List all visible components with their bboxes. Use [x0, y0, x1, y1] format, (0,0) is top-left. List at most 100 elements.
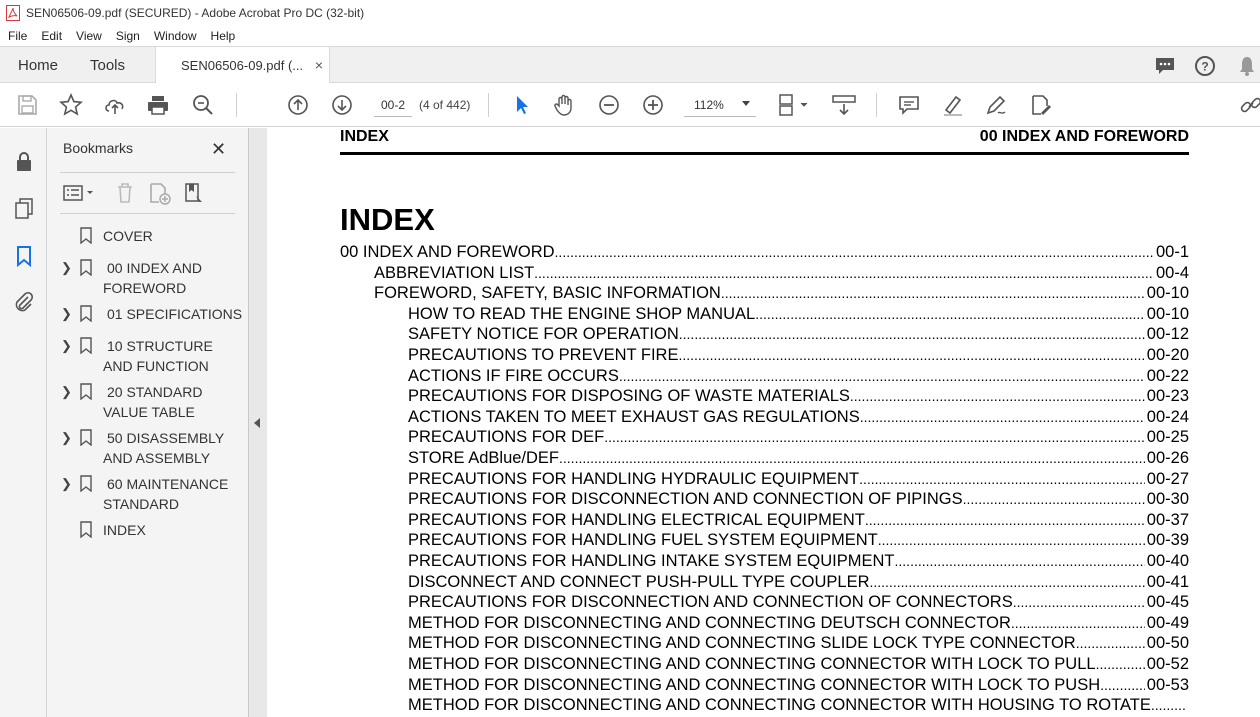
toc-entry-title: PRECAUTIONS TO PREVENT FIRE — [408, 346, 679, 364]
toc-entry[interactable]: PRECAUTIONS FOR HANDLING FUEL SYSTEM EQU… — [408, 530, 1189, 550]
toc-entry[interactable]: PRECAUTIONS FOR DISCONNECTION AND CONNEC… — [408, 592, 1189, 612]
zoom-search-icon[interactable] — [190, 92, 216, 118]
toc-leader-dots — [534, 263, 1154, 283]
chevron-right-icon[interactable]: ❯ — [61, 336, 72, 356]
help-icon[interactable]: ? — [1192, 53, 1218, 79]
previous-page-icon[interactable] — [285, 92, 311, 118]
bookmark-label: 60 MAINTENANCE STANDARD — [103, 476, 229, 512]
menu-help[interactable]: Help — [203, 29, 242, 43]
bookmark-label: 00 INDEX AND FOREWORD — [103, 260, 202, 296]
toc-entry[interactable]: PRECAUTIONS FOR DEF 00-25 — [408, 427, 1189, 447]
zoom-level-select[interactable]: 112% — [684, 93, 756, 117]
delete-bookmark-icon[interactable] — [113, 181, 137, 205]
toc-leader-dots — [1013, 592, 1145, 612]
panel-collapse-handle[interactable] — [249, 128, 267, 717]
toc-entry-page: 00-52 — [1146, 655, 1189, 673]
find-bookmark-icon[interactable] — [182, 181, 206, 205]
bookmark-item-10-structure-and-function[interactable]: ❯ 10 STRUCTURE AND FUNCTION — [47, 336, 249, 376]
toc-entry-page: 00-26 — [1146, 449, 1189, 467]
zoom-level-value: 112% — [694, 98, 724, 112]
toc-entry[interactable]: PRECAUTIONS FOR HANDLING INTAKE SYSTEM E… — [408, 551, 1189, 571]
next-page-icon[interactable] — [329, 92, 355, 118]
bookmark-flag-icon — [80, 259, 92, 276]
zoom-out-icon[interactable] — [596, 92, 622, 118]
toc-entry-page: 00-20 — [1146, 346, 1189, 364]
close-icon[interactable]: ✕ — [211, 139, 226, 160]
link-icon[interactable] — [1238, 92, 1260, 118]
tab-home[interactable]: Home — [18, 47, 58, 83]
toc-entry[interactable]: SAFETY NOTICE FOR OPERATION 00-12 — [408, 324, 1189, 344]
tab-document[interactable]: SEN06506-09.pdf (... × — [155, 47, 330, 84]
print-icon[interactable] — [145, 92, 171, 118]
menu-sign[interactable]: Sign — [108, 29, 146, 43]
save-icon[interactable] — [14, 92, 40, 118]
comment-icon[interactable] — [896, 92, 922, 118]
select-cursor-icon[interactable] — [508, 92, 534, 118]
toc-entry[interactable]: HOW TO READ THE ENGINE SHOP MANUAL 00-10 — [408, 304, 1189, 324]
toc-entry[interactable]: ACTIONS TAKEN TO MEET EXHAUST GAS REGULA… — [408, 407, 1189, 427]
menu-file[interactable]: File — [0, 29, 33, 43]
menu-view[interactable]: View — [68, 29, 108, 43]
comment-bubble-icon[interactable] — [1152, 53, 1178, 79]
bookmark-label: COVER — [103, 228, 153, 244]
toc-entry[interactable]: METHOD FOR DISCONNECTING AND CONNECTING … — [408, 633, 1189, 653]
zoom-in-icon[interactable] — [640, 92, 666, 118]
toc-leader-dots — [869, 572, 1144, 592]
notification-bell-icon[interactable] — [1234, 53, 1260, 79]
toc-entry[interactable]: PRECAUTIONS TO PREVENT FIRE 00-20 — [408, 345, 1189, 365]
toc-entry-page: 00-40 — [1146, 552, 1189, 570]
document-title: INDEX — [340, 202, 435, 237]
toc-entry-title: PRECAUTIONS FOR DISCONNECTION AND CONNEC… — [408, 490, 963, 508]
bookmark-item-50-disassembly-and-assembly[interactable]: ❯ 50 DISASSEMBLY AND ASSEMBLY — [47, 428, 249, 468]
new-bookmark-icon[interactable] — [147, 181, 171, 205]
page-thumbnails-icon[interactable] — [12, 196, 36, 220]
page-header-right: 00 INDEX AND FOREWORD — [979, 128, 1189, 145]
bookmark-panel-icon[interactable] — [12, 244, 36, 268]
toc-entry[interactable]: PRECAUTIONS FOR DISCONNECTION AND CONNEC… — [408, 489, 1189, 509]
toc-entry[interactable]: METHOD FOR DISCONNECTING AND CONNECTING … — [408, 675, 1189, 695]
star-bookmark-icon[interactable] — [58, 92, 84, 118]
toc-entry[interactable]: ACTIONS IF FIRE OCCURS 00-22 — [408, 366, 1189, 386]
highlight-pen-icon[interactable] — [940, 92, 966, 118]
toc-leader-dots — [679, 324, 1145, 344]
chevron-right-icon[interactable]: ❯ — [61, 382, 72, 402]
toc-entry[interactable]: PRECAUTIONS FOR DISPOSING OF WASTE MATER… — [408, 386, 1189, 406]
page-number-input[interactable] — [374, 93, 412, 117]
menu-window[interactable]: Window — [146, 29, 203, 43]
toc-entry[interactable]: FOREWORD, SAFETY, BASIC INFORMATION 00-10 — [374, 283, 1189, 303]
toc-entry-title: ACTIONS IF FIRE OCCURS — [408, 367, 619, 385]
chevron-right-icon[interactable]: ❯ — [61, 474, 72, 494]
chevron-right-icon[interactable]: ❯ — [61, 428, 72, 448]
toc-entry[interactable]: STORE AdBlue/DEF 00-26 — [408, 448, 1189, 468]
toc-entry[interactable]: 00 INDEX AND FOREWORD 00-1 — [340, 242, 1189, 262]
bookmark-options-icon[interactable] — [62, 181, 96, 205]
toc-entry[interactable]: METHOD FOR DISCONNECTING AND CONNECTING … — [408, 613, 1189, 633]
toc-entry[interactable]: DISCONNECT AND CONNECT PUSH-PULL TYPE CO… — [408, 572, 1189, 592]
tab-tools[interactable]: Tools — [90, 47, 125, 83]
toc-entry[interactable]: PRECAUTIONS FOR HANDLING ELECTRICAL EQUI… — [408, 510, 1189, 530]
fill-sign-icon[interactable] — [1028, 92, 1054, 118]
toc-entry[interactable]: PRECAUTIONS FOR HANDLING HYDRAULIC EQUIP… — [408, 469, 1189, 489]
attachment-paperclip-icon[interactable] — [12, 290, 36, 314]
chevron-right-icon[interactable]: ❯ — [61, 258, 72, 278]
chevron-right-icon[interactable]: ❯ — [61, 304, 72, 324]
lock-icon[interactable] — [12, 150, 36, 174]
toc-entry[interactable]: ABBREVIATION LIST 00-4 — [374, 263, 1189, 283]
toc-entry[interactable]: METHOD FOR DISCONNECTING AND CONNECTING … — [408, 654, 1189, 674]
document-viewport[interactable]: INDEX 00 INDEX AND FOREWORD INDEX 00 IND… — [267, 128, 1260, 717]
toc-entry-title: SAFETY NOTICE FOR OPERATION — [408, 325, 679, 343]
toc-entry[interactable]: METHOD FOR DISCONNECTING AND CONNECTING … — [408, 695, 1189, 715]
toc-entry-title: METHOD FOR DISCONNECTING AND CONNECTING … — [408, 655, 1096, 673]
toc-leader-dots — [604, 427, 1145, 447]
upload-cloud-icon[interactable] — [102, 92, 128, 118]
bookmark-item-60-maintenance-standard[interactable]: ❯ 60 MAINTENANCE STANDARD — [47, 474, 249, 514]
hand-pan-icon[interactable] — [551, 92, 577, 118]
scroll-mode-icon[interactable] — [830, 92, 860, 118]
menu-edit[interactable]: Edit — [33, 29, 68, 43]
page-display-icon[interactable] — [777, 92, 813, 118]
bookmark-item-20-standard-value-table[interactable]: ❯ 20 STANDARD VALUE TABLE — [47, 382, 249, 422]
draw-sign-icon[interactable] — [983, 92, 1009, 118]
bookmark-item-00-index-and-foreword[interactable]: ❯ 00 INDEX AND FOREWORD — [47, 258, 249, 298]
tab-close-icon[interactable]: × — [315, 57, 323, 73]
toc-entry-page: 00-41 — [1146, 573, 1189, 591]
